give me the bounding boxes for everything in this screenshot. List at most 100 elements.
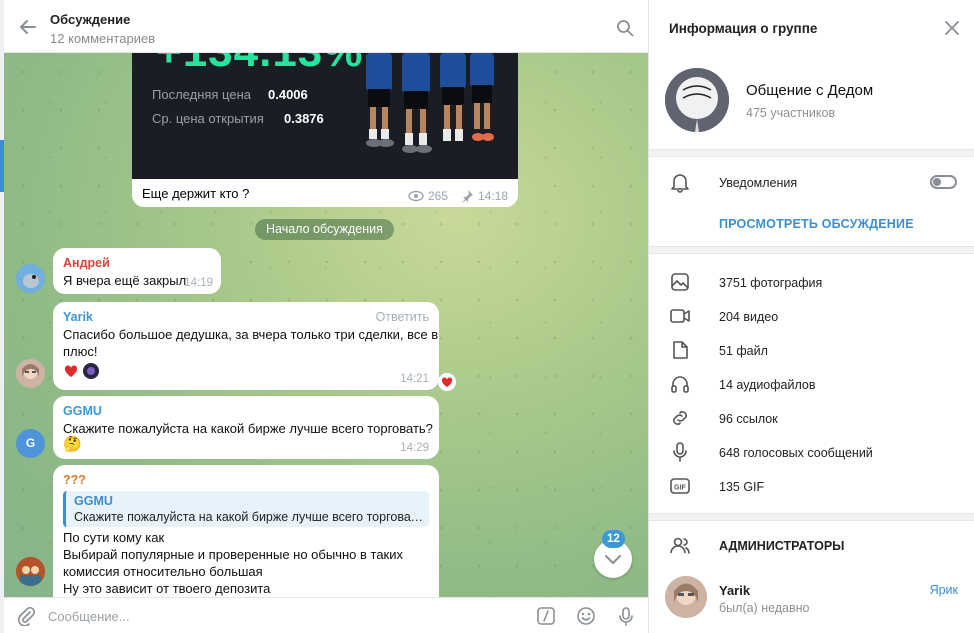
media-row-videos[interactable]: 204 видео [719, 310, 778, 324]
section-divider [649, 149, 974, 157]
media-row-gif[interactable]: 135 GIF [719, 480, 764, 494]
heart-reaction-icon[interactable] [63, 363, 79, 379]
post-meta: 265 14:18 [408, 189, 508, 203]
channel-post[interactable]: +134.13% Последняя цена 0.4006 Ср. цена … [132, 53, 518, 207]
view-discussion-link[interactable]: ПРОСМОТРЕТЬ ОБСУЖДЕНИЕ [719, 217, 914, 231]
toggle-knob [933, 178, 941, 186]
message-text-line: плюс! [63, 344, 98, 359]
media-row-files[interactable]: 51 файл [719, 344, 768, 358]
quote-text: Скажите пожалуйста на какой бирже лучше … [74, 510, 424, 524]
message-bubble[interactable]: Андрей Я вчера ещё закрыл 14:19 [53, 248, 221, 294]
bird-avatar-icon [16, 264, 45, 293]
chat-title: Обсуждение [50, 12, 131, 27]
gif-icon: GIF [670, 478, 690, 494]
message-text-line: комиссия относительно большая [63, 564, 263, 579]
message-author[interactable]: GGMU [63, 404, 102, 418]
section-divider [649, 513, 974, 521]
open-price-label: Ср. цена открытия [152, 111, 264, 126]
profit-percent: +134.13% [156, 53, 363, 77]
message-bubble[interactable]: Yarik Ответить Спасибо большое дедушка, … [53, 302, 439, 390]
microphone-icon[interactable] [616, 606, 636, 626]
admin-status: был(а) недавно [719, 601, 810, 615]
players-illustration [366, 53, 494, 153]
media-row-links[interactable]: 96 ссылок [719, 412, 778, 426]
link-icon [673, 411, 687, 425]
message-text-line: По сути кому как [63, 530, 165, 545]
views-icon [408, 190, 424, 202]
post-caption: Еще держит кто ? [142, 186, 250, 201]
message-author[interactable]: Yarik [63, 310, 93, 324]
last-price-label: Последняя цена [152, 87, 251, 102]
person-avatar-icon [16, 359, 45, 388]
discussion-pane: Обсуждение 12 комментариев +134.13% Посл… [4, 0, 648, 633]
last-price-value: 0.4006 [268, 87, 308, 102]
notifications-toggle[interactable] [930, 175, 957, 189]
close-icon[interactable] [944, 20, 960, 36]
media-row-audio[interactable]: 14 аудиофайлов [719, 378, 816, 392]
video-icon [670, 309, 690, 323]
quote-author: GGMU [74, 494, 113, 508]
message-author[interactable]: ??? [63, 473, 86, 487]
bot-commands-icon[interactable] [536, 606, 556, 626]
telegram-window: Обсуждение 12 комментариев +134.13% Посл… [0, 0, 974, 633]
message-composer [4, 597, 648, 633]
bell-icon [671, 174, 689, 193]
search-icon[interactable] [616, 19, 634, 37]
thinking-emoji: 🤔 [63, 436, 82, 453]
avatar[interactable] [16, 359, 45, 388]
group-photo-avatar-icon [16, 557, 45, 586]
microphone-icon [673, 442, 687, 462]
message-text: Я вчера ещё закрыл [63, 273, 187, 288]
admins-icon [670, 537, 690, 554]
chat-area[interactable]: +134.13% Последняя цена 0.4006 Ср. цена … [4, 53, 648, 597]
file-icon [673, 341, 688, 359]
unread-count-badge: 12 [602, 530, 625, 548]
message-author[interactable]: Андрей [63, 256, 110, 270]
admin-role: Ярик [929, 583, 958, 597]
chat-header: Обсуждение 12 комментариев [4, 0, 648, 53]
post-image[interactable]: +134.13% Последняя цена 0.4006 Ср. цена … [132, 53, 518, 179]
reply-button[interactable]: Ответить [376, 310, 429, 324]
message-time: 14:29 [400, 442, 429, 454]
group-avatar[interactable] [665, 68, 729, 132]
paperclip-icon[interactable] [16, 606, 36, 626]
media-row-voice[interactable]: 648 голосовых сообщений [719, 446, 873, 460]
message-input[interactable] [48, 605, 518, 627]
message-time: 14:21 [400, 373, 429, 385]
views-count: 265 [427, 189, 448, 203]
media-row-photos[interactable]: 3751 фотография [719, 276, 822, 290]
reactor-avatar-icon[interactable] [83, 363, 99, 379]
admin-avatar[interactable] [665, 576, 707, 618]
avatar[interactable] [16, 557, 45, 586]
member-count[interactable]: 475 участников [746, 106, 835, 120]
message-bubble[interactable]: ??? GGMU Скажите пожалуйста на какой бир… [53, 465, 439, 597]
admin-name[interactable]: Yarik [719, 583, 750, 598]
avatar[interactable]: G [16, 429, 45, 458]
headphones-icon [671, 376, 689, 393]
message-text: Скажите пожалуйста на какой бирже лучше … [63, 421, 433, 436]
message-text-line: Выбирай популярные и проверенные но обыч… [63, 547, 404, 562]
avatar-letter: G [25, 436, 36, 450]
avatar[interactable] [16, 264, 45, 293]
comments-count: 12 комментариев [50, 31, 156, 46]
message-time: 14:19 [184, 277, 213, 289]
emoji-icon[interactable] [576, 606, 596, 626]
reply-quote[interactable]: GGMU Скажите пожалуйста на какой бирже л… [63, 491, 429, 527]
message-text-line: Спасибо большое дедушка, за вчера только… [63, 327, 439, 342]
group-avatar-image [665, 68, 729, 132]
notifications-label: Уведомления [719, 176, 798, 190]
post-time: 14:18 [477, 189, 508, 203]
pin-icon [461, 190, 473, 203]
group-info-pane: Информация о группе Общение с Дедом 475 … [648, 0, 974, 633]
section-divider [649, 246, 974, 254]
group-name: Общение с Дедом [746, 82, 874, 99]
back-arrow-icon[interactable] [18, 17, 38, 37]
message-text-line: Ну это зависит от твоего депозита [63, 581, 271, 596]
info-title: Информация о группе [669, 21, 818, 36]
heart-badge-icon[interactable] [438, 373, 456, 391]
message-bubble[interactable]: GGMU Скажите пожалуйста на какой бирже л… [53, 396, 439, 459]
svg-text:GIF: GIF [674, 485, 686, 492]
person-avatar-icon [665, 576, 707, 618]
discussion-start-label: Начало обсуждения [255, 219, 394, 240]
open-price-value: 0.3876 [284, 111, 324, 126]
